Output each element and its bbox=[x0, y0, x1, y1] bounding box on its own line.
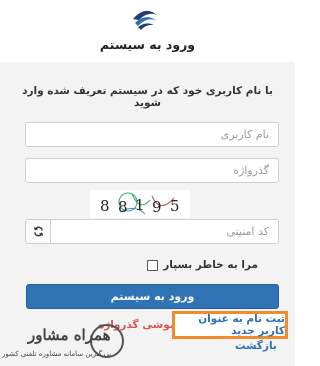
captcha-digit: 1 bbox=[135, 196, 145, 214]
captcha-digit: 8 bbox=[118, 198, 128, 216]
page-title: ورود به سیستم bbox=[99, 37, 196, 52]
captcha-digit: 5 bbox=[170, 197, 180, 215]
captcha-row bbox=[25, 219, 279, 244]
password-input[interactable] bbox=[25, 158, 279, 183]
login-button[interactable]: ورود به سیستم bbox=[26, 284, 279, 309]
username-input[interactable] bbox=[25, 122, 279, 147]
logo-icon bbox=[133, 10, 157, 30]
refresh-icon bbox=[33, 226, 43, 237]
watermark-subtitle: بزرگترین سامانه مشاوره تلفنی کشور bbox=[2, 350, 112, 358]
login-instructions: با نام کاربری خود که در سیستم تعریف شده … bbox=[22, 85, 273, 109]
watermark: همراه مشاور بزرگترین سامانه مشاوره تلفنی… bbox=[2, 322, 130, 366]
captcha-input[interactable] bbox=[50, 219, 279, 244]
captcha-image: 88195 bbox=[90, 190, 190, 218]
remember-me-checkbox[interactable] bbox=[147, 259, 159, 271]
header: ورود به سیستم bbox=[0, 0, 295, 62]
captcha-digit: 9 bbox=[152, 198, 162, 216]
register-link[interactable]: ثبت نام به عنوان کاربر جدید bbox=[172, 311, 288, 339]
back-link[interactable]: بازگشت bbox=[235, 340, 277, 352]
refresh-captcha-button[interactable] bbox=[25, 219, 50, 244]
captcha-digit: 8 bbox=[100, 197, 110, 215]
remember-me-label: مرا به خاطر بسپار bbox=[163, 259, 258, 271]
remember-me[interactable]: مرا به خاطر بسپار bbox=[147, 259, 258, 271]
watermark-brand: همراه مشاور bbox=[28, 326, 111, 344]
